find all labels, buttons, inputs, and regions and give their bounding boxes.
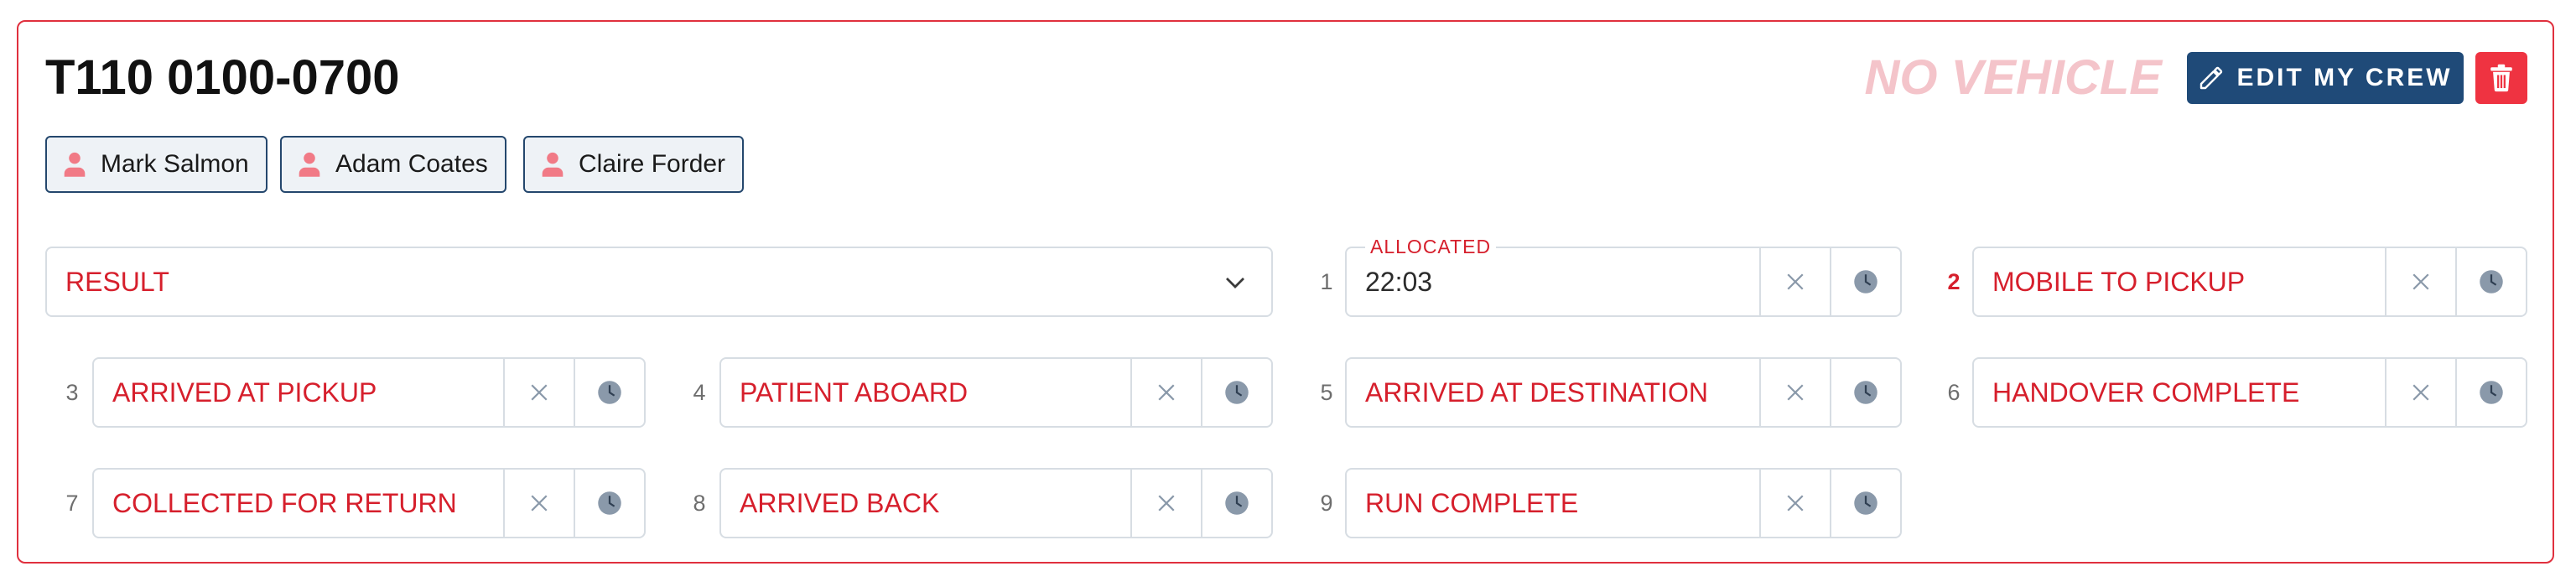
clear-button[interactable] [2385,248,2455,315]
edit-crew-label: EDIT MY CREW [2236,64,2453,91]
pencil-icon [2200,66,2223,90]
step-label[interactable]: ARRIVED AT PICKUP [94,359,503,426]
step-run-complete: RUN COMPLETE [1345,468,1902,538]
person-icon [299,152,320,177]
clear-button[interactable] [503,359,574,426]
set-time-button[interactable] [2455,248,2526,315]
step-number: 2 [1947,269,1961,294]
job-title: T110 0100-0700 [45,50,400,105]
step-collected-for-return: COLLECTED FOR RETURN [92,468,646,538]
step-number: 8 [693,491,706,516]
step-floating-label: ALLOCATED [1365,235,1497,258]
clear-button[interactable] [1130,359,1201,426]
clear-button[interactable] [1759,248,1830,315]
result-select-value: RESULT [65,266,169,297]
close-icon [1787,495,1804,512]
clear-button[interactable] [503,470,574,537]
crew-chip[interactable]: Mark Salmon [45,136,267,193]
clock-icon [1854,270,1877,294]
step-patient-aboard: PATIENT ABOARD [719,357,1273,428]
step-number: 7 [65,491,79,516]
close-icon [1158,384,1175,401]
close-icon [1787,384,1804,401]
step-label[interactable]: RUN COMPLETE [1347,470,1759,537]
clear-button[interactable] [2385,359,2455,426]
step-number: 9 [1320,491,1333,516]
clock-icon [1225,491,1249,515]
step-allocated: ALLOCATED 22:03 [1345,235,1902,317]
step-number: 4 [693,380,706,405]
set-time-button[interactable] [1830,470,1900,537]
step-label[interactable]: ARRIVED BACK [721,470,1130,537]
close-icon [1158,495,1175,512]
chevron-down-icon [1226,278,1244,288]
edit-crew-button[interactable]: EDIT MY CREW [2187,52,2464,104]
result-select[interactable]: RESULT [45,247,1273,317]
clock-icon [2480,381,2503,404]
person-icon [542,152,564,177]
trash-icon [2490,64,2512,92]
close-icon [531,384,548,401]
set-time-button[interactable] [1201,470,1271,537]
clock-icon [598,381,621,404]
close-icon [1787,273,1804,290]
close-icon [2412,273,2429,290]
set-time-button[interactable] [574,359,644,426]
close-icon [531,495,548,512]
set-time-button[interactable] [1830,359,1900,426]
step-number: 3 [65,380,79,405]
set-time-button[interactable] [2455,359,2526,426]
close-icon [2412,384,2429,401]
step-label[interactable]: ARRIVED AT DESTINATION [1347,359,1759,426]
step-label[interactable]: MOBILE TO PICKUP [1974,248,2385,315]
clear-button[interactable] [1759,470,1830,537]
clear-button[interactable] [1130,470,1201,537]
crew-name: Mark Salmon [101,150,249,178]
step-label[interactable]: HANDOVER COMPLETE [1974,359,2385,426]
step-number: 6 [1947,380,1961,405]
clear-button[interactable] [1759,359,1830,426]
set-time-button[interactable] [1201,359,1271,426]
person-icon [64,152,86,177]
step-handover-complete: HANDOVER COMPLETE [1972,357,2527,428]
step-time-value[interactable]: 22:03 [1347,248,1759,315]
clock-icon [1225,381,1249,404]
step-label[interactable]: COLLECTED FOR RETURN [94,470,503,537]
crew-chip[interactable]: Adam Coates [280,136,506,193]
step-arrived-at-pickup: ARRIVED AT PICKUP [92,357,646,428]
step-label[interactable]: PATIENT ABOARD [721,359,1130,426]
step-arrived-back: ARRIVED BACK [719,468,1273,538]
clock-icon [1854,491,1877,515]
crew-name: Claire Forder [579,150,726,178]
step-number: 1 [1320,269,1333,294]
step-number: 5 [1320,380,1333,405]
vehicle-status: NO VEHICLE [1864,50,2163,105]
step-arrived-at-destination: ARRIVED AT DESTINATION [1345,357,1902,428]
clock-icon [2480,270,2503,294]
clock-icon [1854,381,1877,404]
set-time-button[interactable] [574,470,644,537]
delete-button[interactable] [2475,52,2527,104]
step-mobile-to-pickup: MOBILE TO PICKUP [1972,247,2527,317]
set-time-button[interactable] [1830,248,1900,315]
crew-name: Adam Coates [335,150,488,178]
crew-chip[interactable]: Claire Forder [523,136,745,193]
clock-icon [598,491,621,515]
